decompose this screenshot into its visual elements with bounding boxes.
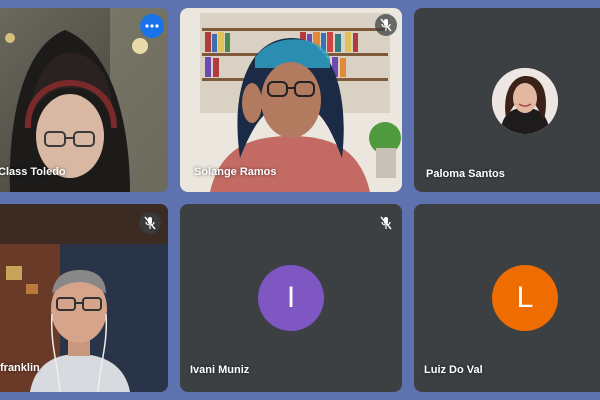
mute-indicator (375, 212, 397, 234)
participant-tile-ivani-muniz[interactable]: I Ivani Muniz (180, 204, 402, 392)
mic-off-icon (380, 216, 392, 230)
mute-indicator (375, 14, 397, 36)
participant-video (180, 8, 402, 192)
participant-name: Class Toledo (0, 166, 66, 178)
more-options-button[interactable] (140, 14, 164, 38)
avatar-initial: L (516, 281, 534, 314)
participant-name: Ivani Muniz (190, 364, 250, 376)
more-options-icon (145, 24, 159, 28)
participant-tile-franklin[interactable]: franklin (0, 204, 168, 392)
participant-avatar-initial: L (492, 265, 558, 331)
participant-name: franklin (0, 362, 40, 374)
participant-name: Luiz Do Val (424, 364, 483, 376)
participant-name: Paloma Santos (426, 168, 505, 180)
avatar-photo-image (492, 68, 558, 134)
mic-off-icon (380, 18, 392, 32)
mute-indicator (139, 212, 161, 234)
participant-tile-class-toledo[interactable]: Class Toledo (0, 8, 168, 192)
avatar-initial: I (286, 281, 296, 314)
participant-tile-luiz-do-val[interactable]: L Luiz Do Val (414, 204, 600, 392)
participant-tile-solange-ramos[interactable]: Solange Ramos (180, 8, 402, 192)
participant-tile-paloma-santos[interactable]: Paloma Santos (414, 8, 600, 192)
participant-video (0, 8, 168, 192)
participant-avatar-initial: I (258, 265, 324, 331)
participant-avatar (492, 68, 558, 134)
participant-name: Solange Ramos (194, 166, 277, 178)
mic-off-icon (144, 216, 156, 230)
